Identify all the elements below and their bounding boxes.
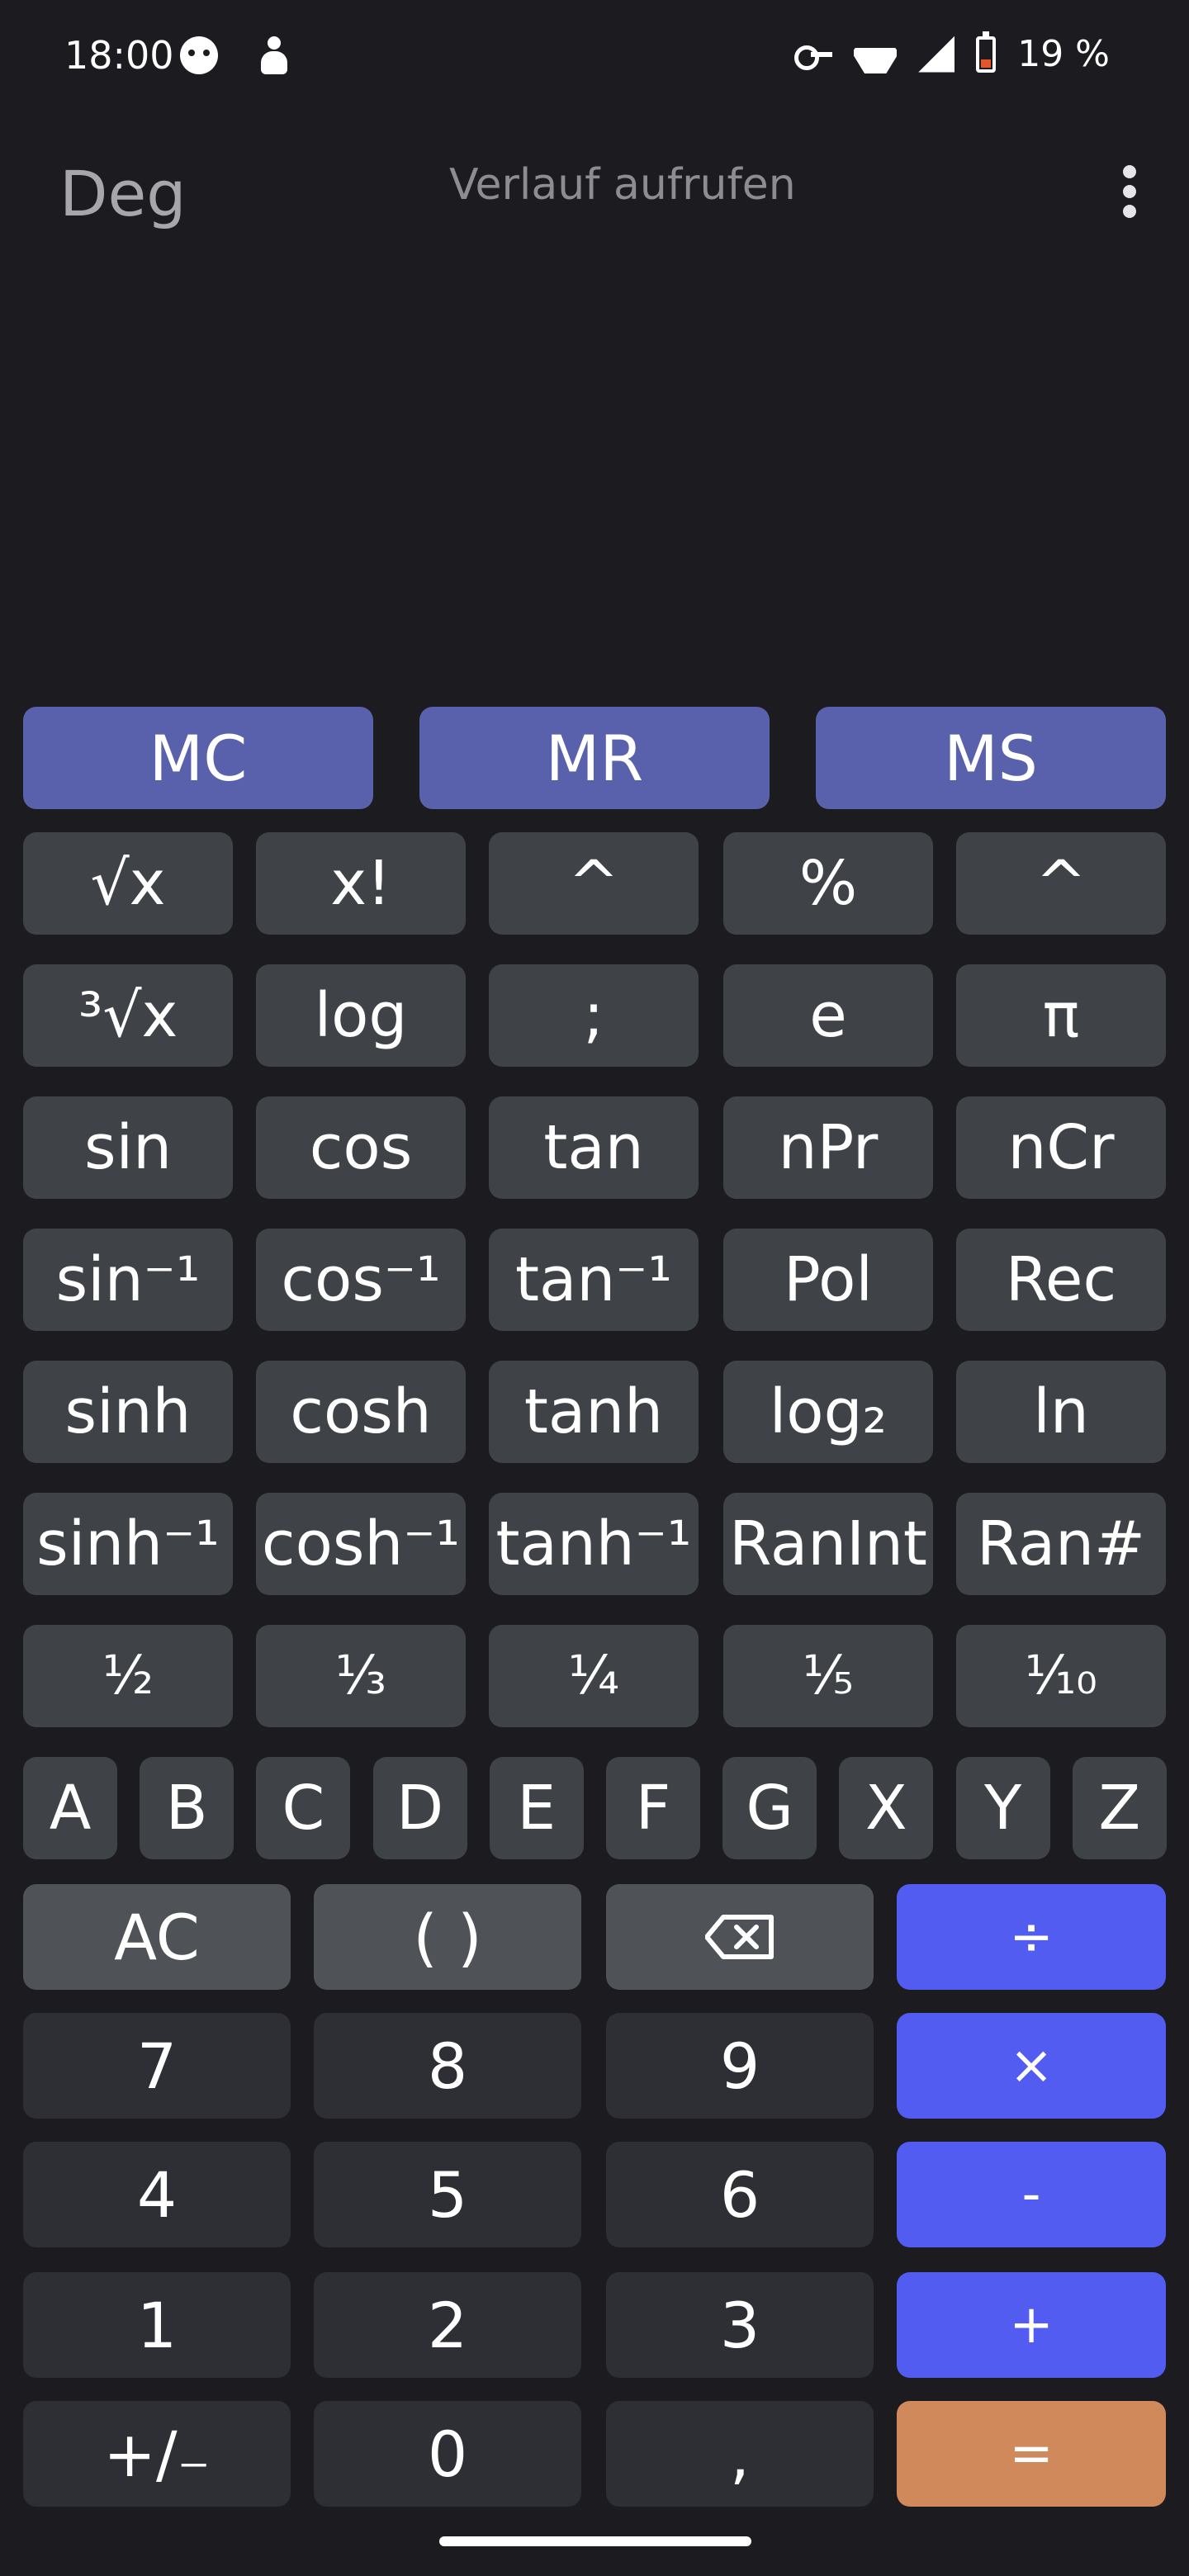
euler-e-button[interactable]: e xyxy=(723,964,933,1067)
factorial-button[interactable]: x! xyxy=(256,832,466,935)
plus-button[interactable]: + xyxy=(897,2272,1166,2378)
digit-7-button[interactable]: 7 xyxy=(23,2013,291,2119)
multiply-button[interactable]: × xyxy=(897,2013,1166,2119)
wifi-icon xyxy=(854,36,897,73)
backspace-icon xyxy=(705,1915,774,1959)
quarter-button[interactable]: ¼ xyxy=(489,1625,699,1727)
battery-icon xyxy=(976,31,997,73)
digit-4-button[interactable]: 4 xyxy=(23,2142,291,2247)
caret-button[interactable]: ^ xyxy=(956,832,1166,935)
ncr-button[interactable]: nCr xyxy=(956,1096,1166,1199)
variable-a-button[interactable]: A xyxy=(23,1757,117,1859)
angle-mode-toggle[interactable]: Deg xyxy=(59,157,187,230)
sin-button[interactable]: sin xyxy=(23,1096,233,1199)
figure-icon xyxy=(258,36,291,78)
sqrt-button[interactable]: √x xyxy=(23,832,233,935)
half-button[interactable]: ½ xyxy=(23,1625,233,1727)
digit-1-button[interactable]: 1 xyxy=(23,2272,291,2378)
arsinh-button[interactable]: sinh⁻¹ xyxy=(23,1493,233,1595)
calculator-display[interactable] xyxy=(0,248,1189,677)
cell-signal-icon xyxy=(918,36,955,73)
equals-button[interactable]: = xyxy=(897,2401,1166,2507)
memory-clear-button[interactable]: MC xyxy=(23,707,373,809)
backspace-button[interactable] xyxy=(606,1884,874,1990)
pol-button[interactable]: Pol xyxy=(723,1229,933,1331)
variable-f-button[interactable]: F xyxy=(606,1757,700,1859)
tanh-button[interactable]: tanh xyxy=(489,1361,699,1463)
status-time: 18:00 xyxy=(64,33,174,78)
variable-e-button[interactable]: E xyxy=(489,1757,584,1859)
digit-8-button[interactable]: 8 xyxy=(314,2013,581,2119)
log2-button[interactable]: log₂ xyxy=(723,1361,933,1463)
tan-button[interactable]: tan xyxy=(489,1096,699,1199)
npr-button[interactable]: nPr xyxy=(723,1096,933,1199)
variable-b-button[interactable]: B xyxy=(140,1757,234,1859)
vpn-key-icon xyxy=(794,42,833,70)
fifth-button[interactable]: ⅕ xyxy=(723,1625,933,1727)
arctan-button[interactable]: tan⁻¹ xyxy=(489,1229,699,1331)
variable-z-button[interactable]: Z xyxy=(1072,1757,1167,1859)
rec-button[interactable]: Rec xyxy=(956,1229,1166,1331)
more-vert-icon[interactable] xyxy=(1120,165,1139,218)
tenth-button[interactable]: ⅒ xyxy=(956,1625,1166,1727)
digit-2-button[interactable]: 2 xyxy=(314,2272,581,2378)
battery-percent: 19 % xyxy=(1017,33,1110,75)
cube-root-button[interactable]: ³√x xyxy=(23,964,233,1067)
variable-c-button[interactable]: C xyxy=(256,1757,351,1859)
digit-0-button[interactable]: 0 xyxy=(314,2401,581,2507)
variable-g-button[interactable]: G xyxy=(722,1757,817,1859)
ranint-button[interactable]: RanInt xyxy=(723,1493,933,1595)
memory-store-button[interactable]: MS xyxy=(816,707,1166,809)
variable-y-button[interactable]: Y xyxy=(955,1757,1050,1859)
ln-button[interactable]: ln xyxy=(956,1361,1166,1463)
power-button[interactable]: ^ xyxy=(489,832,699,935)
arcosh-button[interactable]: cosh⁻¹ xyxy=(256,1493,466,1595)
log-button[interactable]: log xyxy=(256,964,466,1067)
memory-recall-button[interactable]: MR xyxy=(419,707,770,809)
sinh-button[interactable]: sinh xyxy=(23,1361,233,1463)
home-indicator[interactable] xyxy=(439,2536,751,2546)
random-button[interactable]: Ran# xyxy=(956,1493,1166,1595)
digit-6-button[interactable]: 6 xyxy=(606,2142,874,2247)
variable-x-button[interactable]: X xyxy=(839,1757,934,1859)
third-button[interactable]: ⅓ xyxy=(256,1625,466,1727)
sign-toggle-button[interactable]: +/₋ xyxy=(23,2401,291,2507)
digit-5-button[interactable]: 5 xyxy=(314,2142,581,2247)
arccos-button[interactable]: cos⁻¹ xyxy=(256,1229,466,1331)
digit-9-button[interactable]: 9 xyxy=(606,2013,874,2119)
minus-button[interactable]: - xyxy=(897,2142,1166,2247)
digit-3-button[interactable]: 3 xyxy=(606,2272,874,2378)
cosh-button[interactable]: cosh xyxy=(256,1361,466,1463)
history-button[interactable]: Verlauf aufrufen xyxy=(449,160,796,210)
semicolon-button[interactable]: ; xyxy=(489,964,699,1067)
artanh-button[interactable]: tanh⁻¹ xyxy=(489,1493,699,1595)
status-bar: 18:00 19 % xyxy=(0,0,1189,116)
parentheses-button[interactable]: ( ) xyxy=(314,1884,581,1990)
pi-button[interactable]: π xyxy=(956,964,1166,1067)
all-clear-button[interactable]: AC xyxy=(23,1884,291,1990)
percent-button[interactable]: % xyxy=(723,832,933,935)
cat-face-icon xyxy=(180,36,218,74)
variable-d-button[interactable]: D xyxy=(372,1757,467,1859)
arcsin-button[interactable]: sin⁻¹ xyxy=(23,1229,233,1331)
decimal-button[interactable]: , xyxy=(606,2401,874,2507)
cos-button[interactable]: cos xyxy=(256,1096,466,1199)
divide-button[interactable]: ÷ xyxy=(897,1884,1166,1990)
app-header: Deg Verlauf aufrufen xyxy=(0,140,1189,239)
